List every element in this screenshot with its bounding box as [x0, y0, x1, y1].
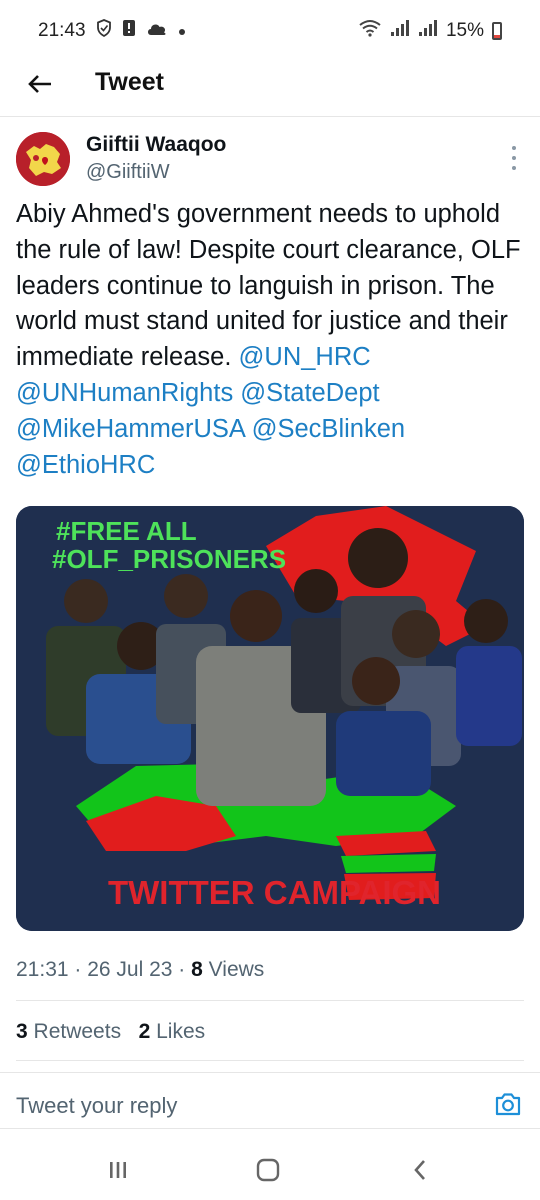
- media-footer-text: TWITTER CAMPAIGN: [108, 874, 441, 911]
- dot-icon: [178, 20, 186, 42]
- views-label: Views: [208, 958, 265, 981]
- recent-apps-icon[interactable]: [103, 1156, 133, 1184]
- media-headline-2: #OLF_PRISONERS: [52, 544, 286, 574]
- shield-icon: [96, 19, 112, 43]
- page-title: Tweet: [95, 68, 164, 96]
- reply-bottom-divider: [0, 1128, 540, 1129]
- signal-icon: [390, 19, 410, 43]
- app-header: Tweet: [0, 62, 540, 106]
- system-nav-bar: [0, 1140, 540, 1200]
- tweet-author: Giiftii Waaqoo @GiiftiiW: [16, 132, 524, 188]
- status-bar: 21:43 15%: [0, 0, 540, 62]
- mention-link[interactable]: @SecBlinken: [252, 415, 405, 443]
- mention-link[interactable]: @StateDept: [240, 379, 379, 407]
- cloud-icon: [146, 20, 168, 42]
- tweet-stats: 3 Retweets 2 Likes: [16, 1020, 205, 1044]
- reply-top-divider: [0, 1072, 540, 1073]
- views-count: 8: [191, 958, 203, 981]
- mention-link[interactable]: @MikeHammerUSA: [16, 415, 245, 443]
- author-handle[interactable]: @GiiftiiW: [86, 161, 170, 184]
- avatar[interactable]: [16, 132, 70, 186]
- home-icon[interactable]: [253, 1156, 283, 1184]
- tweet-timestamp: 21:31 · 26 Jul 23 · 8 Views: [16, 958, 265, 981]
- tweet-text: Abiy Ahmed's government needs to uphold …: [16, 197, 528, 483]
- meta-divider: [16, 1000, 524, 1001]
- tweet-media[interactable]: #FREE ALL #OLF_PRISONERS TWITTER CAMPAIG…: [16, 506, 524, 931]
- battery-icon: [492, 22, 502, 40]
- media-headline-1: #FREE ALL: [56, 516, 197, 546]
- stats-divider: [16, 1060, 524, 1061]
- tweet-time: 21:31: [16, 958, 69, 981]
- battery-text: 15%: [445, 20, 484, 41]
- likes-count[interactable]: 2: [139, 1020, 151, 1043]
- signal-icon: [418, 19, 438, 43]
- notification-icon: [122, 19, 136, 43]
- tweet-date: 26 Jul 23: [87, 958, 173, 981]
- arrow-left-icon[interactable]: [22, 66, 58, 102]
- mention-link[interactable]: @EthioHRC: [16, 451, 155, 479]
- retweets-count[interactable]: 3: [16, 1020, 28, 1043]
- more-options-icon[interactable]: [510, 146, 518, 170]
- header-divider: [0, 116, 540, 117]
- camera-icon[interactable]: [494, 1090, 522, 1118]
- retweets-label[interactable]: Retweets: [34, 1020, 122, 1043]
- reply-input[interactable]: Tweet your reply: [16, 1093, 177, 1119]
- likes-label[interactable]: Likes: [156, 1020, 205, 1043]
- status-time: 21:43: [38, 20, 86, 41]
- back-icon[interactable]: [405, 1156, 435, 1184]
- wifi-icon: [358, 19, 382, 43]
- mention-link[interactable]: @UNHumanRights: [16, 379, 233, 407]
- mention-link[interactable]: @UN_HRC: [239, 343, 371, 371]
- author-name[interactable]: Giiftii Waaqoo: [86, 133, 226, 157]
